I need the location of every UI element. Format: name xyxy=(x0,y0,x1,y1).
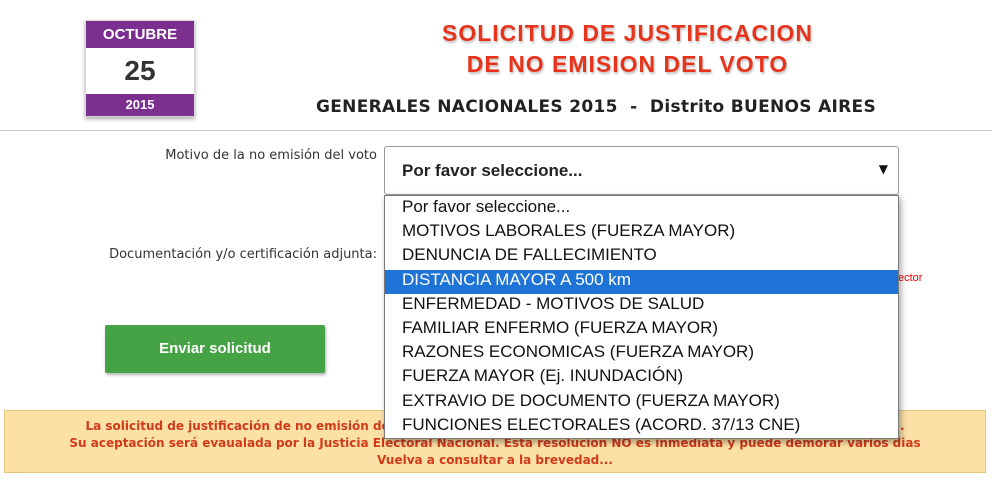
dropdown-option-highlighted[interactable]: DISTANCIA MAYOR A 500 km xyxy=(385,269,898,294)
submit-request-button[interactable]: Enviar solicitud xyxy=(105,325,325,373)
calendar-day: 25 xyxy=(124,55,156,86)
motivo-select[interactable]: Por favor seleccione... ▼ xyxy=(384,146,899,195)
page-title-line-1: SOLICITUD DE JUSTIFICACION xyxy=(441,20,813,46)
motivo-select-value: Por favor seleccione... xyxy=(402,161,583,180)
header-divider xyxy=(0,130,992,131)
dropdown-option[interactable]: Por favor seleccione... xyxy=(385,197,898,221)
calendar-badge: OCTUBRE 25 2015 xyxy=(85,20,195,117)
motivo-dropdown-list[interactable]: Por favor seleccione... MOTIVOS LABORALE… xyxy=(384,195,899,439)
notice-line-3: Vuelva a consultar a la brevedad... xyxy=(377,453,613,467)
calendar-month: OCTUBRE xyxy=(86,21,194,48)
dropdown-option[interactable]: EXTRAVIO DE DOCUMENTO (FUERZA MAYOR) xyxy=(385,391,898,415)
dropdown-option[interactable]: ENFERMEDAD - MOTIVOS DE SALUD xyxy=(385,294,898,318)
election-subtitle: GENERALES NACIONALES 2015 - Distrito BUE… xyxy=(316,97,876,117)
dropdown-option[interactable]: FUNCIONES ELECTORALES (ACORD. 37/13 CNE) xyxy=(385,415,898,439)
dropdown-option[interactable]: FAMILIAR ENFERMO (FUERZA MAYOR) xyxy=(385,318,898,342)
dropdown-option[interactable]: DENUNCIA DE FALLECIMIENTO xyxy=(385,245,898,269)
page-title-line-2: DE NO EMISION DEL VOTO xyxy=(466,51,789,77)
calendar-year: 2015 xyxy=(86,94,194,116)
documentation-label: Documentación y/o certificación adjunta: xyxy=(109,247,377,262)
chevron-down-icon[interactable]: ▼ xyxy=(879,162,888,176)
dropdown-option[interactable]: MOTIVOS LABORALES (FUERZA MAYOR) xyxy=(385,221,898,245)
file-selector-error-text: ector xyxy=(898,272,923,284)
dropdown-option[interactable]: RAZONES ECONOMICAS (FUERZA MAYOR) xyxy=(385,342,898,366)
motivo-label: Motivo de la no emisión del voto xyxy=(165,148,377,163)
dropdown-option[interactable]: FUERZA MAYOR (Ej. INUNDACIÓN) xyxy=(385,366,898,390)
